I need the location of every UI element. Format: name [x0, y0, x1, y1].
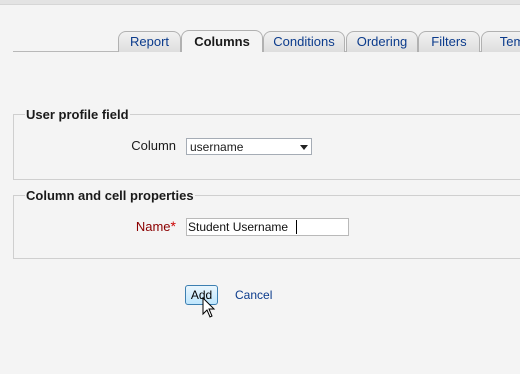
- column-select[interactable]: username: [186, 138, 312, 155]
- mouse-pointer-icon: [202, 297, 216, 318]
- tab-filters[interactable]: Filters: [418, 31, 480, 52]
- tab-templates[interactable]: Tem: [481, 31, 520, 52]
- cancel-link[interactable]: Cancel: [235, 288, 272, 302]
- chevron-down-icon: [300, 145, 308, 150]
- tab-conditions[interactable]: Conditions: [263, 31, 345, 52]
- name-label: Name: [135, 219, 171, 234]
- column-label: Column: [131, 138, 176, 153]
- text-caret: [296, 220, 297, 234]
- required-asterisk-icon: *: [170, 218, 176, 234]
- tab-bar: Report Columns Conditions Ordering Filte…: [0, 0, 520, 52]
- column-select-value: username: [190, 140, 244, 154]
- section-legend: User profile field: [25, 107, 130, 122]
- name-input[interactable]: [186, 218, 349, 236]
- tab-columns[interactable]: Columns: [181, 30, 263, 52]
- tab-report[interactable]: Report: [118, 31, 181, 52]
- section-legend: Column and cell properties: [25, 188, 195, 203]
- tab-ordering[interactable]: Ordering: [346, 31, 418, 52]
- name-label-wrap: Name*: [110, 218, 176, 234]
